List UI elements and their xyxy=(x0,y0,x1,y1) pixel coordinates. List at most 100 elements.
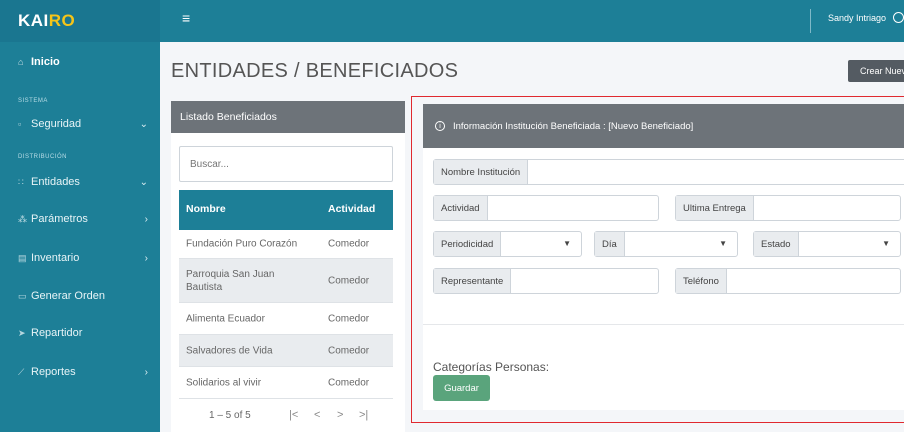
info-icon: i xyxy=(435,121,445,131)
grid-icon: ∷ xyxy=(18,176,24,187)
representante-input[interactable] xyxy=(511,269,658,293)
send-icon: ➤ xyxy=(18,327,26,338)
cell-actividad: Comedor xyxy=(328,238,370,250)
save-button[interactable]: Guardar xyxy=(433,375,490,401)
ultima-entrega-label: Ultima Entrega xyxy=(676,196,754,220)
sidebar-item-label: Repartidor xyxy=(31,327,83,339)
cell-actividad: Comedor xyxy=(328,275,370,286)
sidebar-item-label: Reportes xyxy=(31,366,76,378)
table-row[interactable]: Fundación Puro Corazón Comedor xyxy=(179,230,393,259)
chevron-right-icon: › xyxy=(144,213,148,225)
periodicidad-label: Periodicidad xyxy=(434,232,502,256)
home-icon: ⌂ xyxy=(18,57,24,67)
categorias-personas-label: Categorías Personas: xyxy=(433,360,550,374)
actividad-label: Actividad xyxy=(434,196,488,220)
sidebar-item-parametros[interactable]: ⁂ Parámetros › xyxy=(0,207,160,231)
sidebar-item-generar-orden[interactable]: ▭ Generar Orden xyxy=(0,284,160,308)
dia-select[interactable]: ▼ xyxy=(625,232,737,256)
sidebar-section-sistema: SISTEMA xyxy=(18,98,48,104)
chevron-down-icon: ⌄ xyxy=(139,176,148,188)
column-header-nombre[interactable]: Nombre xyxy=(186,203,226,215)
table-row[interactable]: Parroquia San Juan Bautista Comedor xyxy=(179,259,393,303)
sidebar-item-label: Seguridad xyxy=(31,118,82,130)
estado-field[interactable]: Estado ▼ xyxy=(753,231,901,257)
nombre-institucion-input[interactable] xyxy=(528,160,904,184)
dia-field[interactable]: Día ▼ xyxy=(594,231,738,257)
representante-field[interactable]: Representante xyxy=(433,268,659,294)
document-icon: ▭ xyxy=(18,290,27,301)
sidebar-item-entidades[interactable]: ∷ Entidades ⌄ xyxy=(0,170,160,194)
hamburger-menu-icon[interactable]: ≡ xyxy=(182,10,190,26)
dia-label: Día xyxy=(595,232,625,256)
user-avatar-icon[interactable] xyxy=(893,12,904,23)
sidebar-item-label: Entidades xyxy=(31,176,80,188)
pagination: 1 – 5 of 5 |< < > >| xyxy=(179,401,393,431)
cell-nombre: Fundación Puro Corazón xyxy=(186,238,298,250)
pagination-range: 1 – 5 of 5 xyxy=(209,410,251,421)
sidebar: KAI RO ⌂ Inicio SISTEMA ▫ Seguridad ⌄ DIS… xyxy=(0,0,160,432)
sidebar-item-reportes[interactable]: ⟋ Reportes › xyxy=(0,360,160,384)
beneficiaries-list-card: Listado Beneficiados Nombre Actividad Fu… xyxy=(171,101,405,432)
table-header: Nombre Actividad xyxy=(179,190,393,230)
sidebar-item-inicio[interactable]: ⌂ Inicio xyxy=(0,50,160,74)
sidebar-item-label: Inicio xyxy=(31,56,60,68)
box-icon: ▤ xyxy=(18,252,27,263)
actividad-field[interactable]: Actividad xyxy=(433,195,659,221)
sidebar-item-label: Inventario xyxy=(31,252,80,264)
periodicidad-field[interactable]: Periodicidad ▼ xyxy=(433,231,582,257)
lock-icon: ▫ xyxy=(18,119,22,129)
user-name[interactable]: Sandy Intriago xyxy=(828,13,886,23)
create-new-button[interactable]: Crear Nuevo xyxy=(848,60,904,82)
nombre-institucion-field[interactable]: Nombre Institución xyxy=(433,159,904,185)
sliders-icon: ⁂ xyxy=(18,213,27,224)
chevron-down-icon: ▼ xyxy=(719,239,727,248)
sidebar-item-seguridad[interactable]: ▫ Seguridad ⌄ xyxy=(0,112,160,136)
telefono-field[interactable]: Teléfono xyxy=(675,268,901,294)
chevron-right-icon: › xyxy=(144,366,148,378)
cell-nombre: Solidarios al vivir xyxy=(186,377,262,388)
topbar: ≡ Sandy Intriago xyxy=(160,0,904,42)
brand-main: KAI xyxy=(18,11,49,30)
sidebar-item-repartidor[interactable]: ➤ Repartidor xyxy=(0,321,160,345)
chart-icon: ⟋ xyxy=(18,366,25,377)
sidebar-item-label: Parámetros xyxy=(31,213,88,225)
brand-accent: RO xyxy=(48,11,76,30)
sidebar-item-inventario[interactable]: ▤ Inventario › xyxy=(0,246,160,270)
topbar-divider xyxy=(810,9,811,33)
previous-page-button[interactable]: < xyxy=(314,409,320,421)
actividad-input[interactable] xyxy=(488,196,658,220)
ultima-entrega-input[interactable] xyxy=(754,196,900,220)
representante-label: Representante xyxy=(434,269,512,293)
chevron-down-icon: ▼ xyxy=(882,239,890,248)
telefono-input[interactable] xyxy=(727,269,900,293)
table-row[interactable]: Solidarios al vivir Comedor xyxy=(179,367,393,399)
table-row[interactable]: Salvadores de Vida Comedor xyxy=(179,335,393,367)
beneficiary-form-card: i Información Institución Beneficiada : … xyxy=(423,104,904,410)
chevron-right-icon: › xyxy=(144,252,148,264)
estado-select[interactable]: ▼ xyxy=(799,232,900,256)
sidebar-section-distribucion: DISTRIBUCIÓN xyxy=(18,154,68,160)
next-page-button[interactable]: > xyxy=(337,409,343,421)
last-page-button[interactable]: >| xyxy=(359,409,368,421)
cell-nombre: Parroquia San Juan Bautista xyxy=(186,268,275,293)
page-title: ENTIDADES / BENEFICIADOS xyxy=(171,60,459,82)
cell-nombre: Salvadores de Vida xyxy=(186,345,273,356)
cell-actividad: Comedor xyxy=(328,345,370,356)
list-card-title: Listado Beneficiados xyxy=(171,101,405,133)
periodicidad-select[interactable]: ▼ xyxy=(501,232,581,256)
chevron-down-icon: ▼ xyxy=(563,239,571,248)
brand-logo[interactable]: KAI RO xyxy=(0,0,160,42)
first-page-button[interactable]: |< xyxy=(289,409,298,421)
cell-actividad: Comedor xyxy=(328,313,370,324)
nombre-institucion-label: Nombre Institución xyxy=(434,160,529,184)
form-card-title: Información Institución Beneficiada : [N… xyxy=(453,120,694,132)
table-row[interactable]: Alimenta Ecuador Comedor xyxy=(179,303,393,335)
estado-label: Estado xyxy=(754,232,799,256)
cell-actividad: Comedor xyxy=(328,377,370,388)
form-card-header: i Información Institución Beneficiada : … xyxy=(423,104,904,148)
ultima-entrega-field[interactable]: Ultima Entrega xyxy=(675,195,901,221)
form-divider xyxy=(423,324,904,325)
chevron-down-icon: ⌄ xyxy=(139,118,148,130)
column-header-actividad[interactable]: Actividad xyxy=(328,203,375,215)
search-input[interactable] xyxy=(179,146,393,182)
